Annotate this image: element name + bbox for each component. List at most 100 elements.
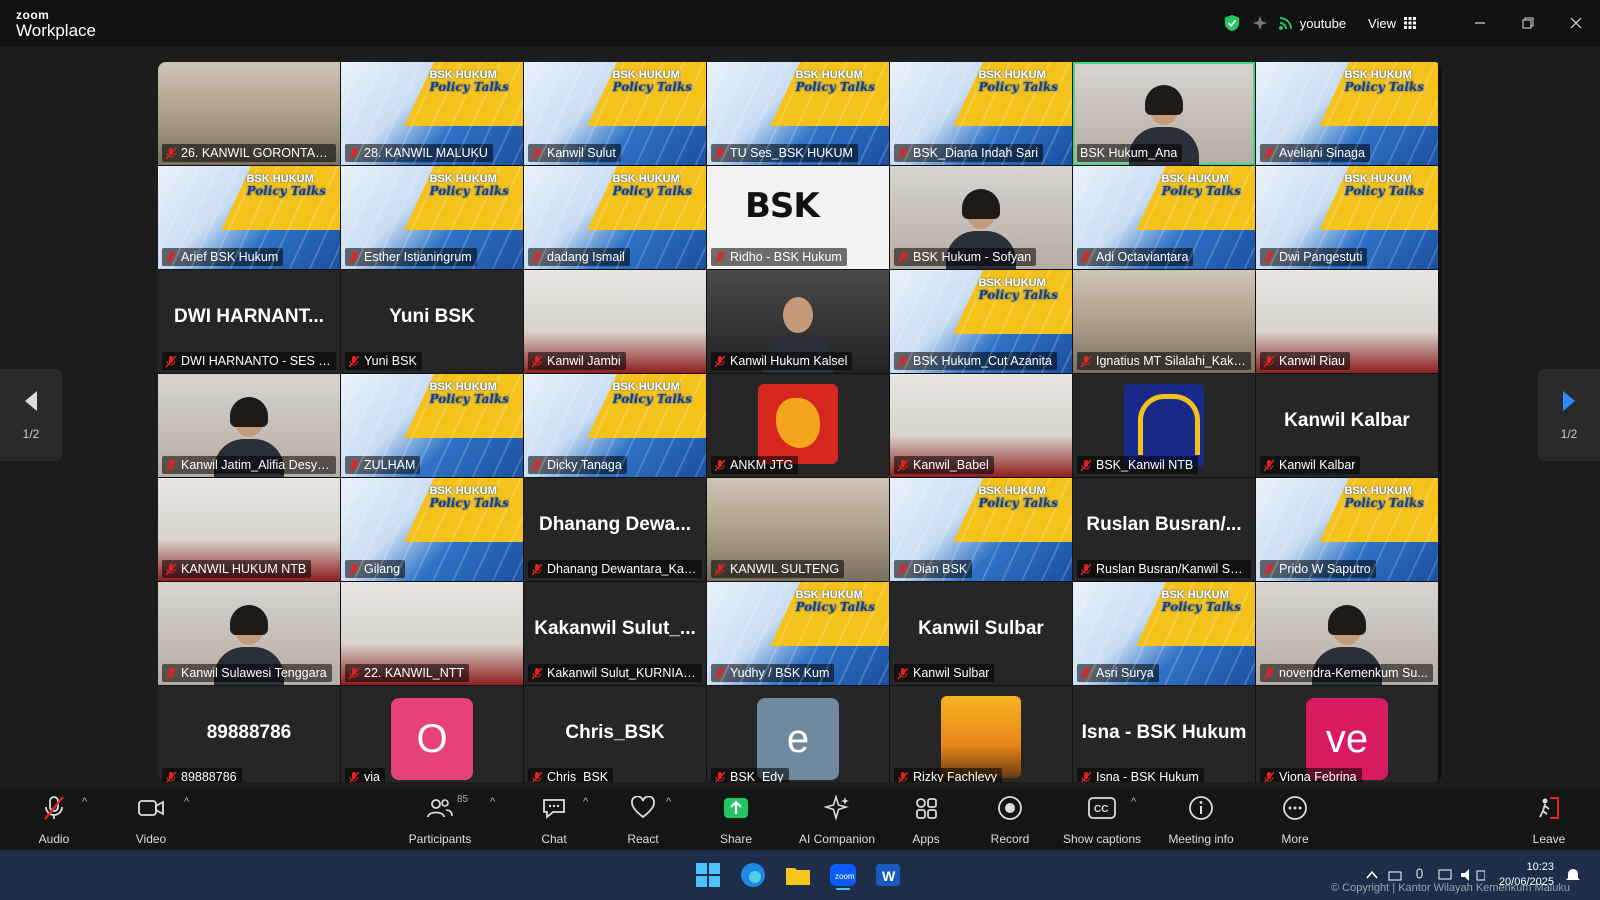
participant-tile[interactable]: BSK HUKUM Policy Talks Asri Surya: [1073, 582, 1255, 685]
chat-button[interactable]: Chat: [535, 794, 573, 846]
participant-tile[interactable]: Ruslan Busran/... Ruslan Busran/Kanwil Su…: [1073, 478, 1255, 581]
leave-button[interactable]: Leave: [1529, 794, 1569, 846]
mic-muted-icon: [897, 667, 909, 679]
close-button[interactable]: [1552, 0, 1600, 46]
participant-tile[interactable]: BSK HUKUM Policy Talks TU Ses_BSK HUKUM: [707, 62, 889, 165]
file-explorer-icon[interactable]: [783, 860, 813, 890]
participants-options-chevron-icon[interactable]: ^: [490, 796, 495, 808]
participant-tile[interactable]: BSK HUKUM Policy Talks Kanwil Sulut: [524, 62, 706, 165]
participant-tile[interactable]: Kanwil Jatim_Alifia Desy ...: [158, 374, 340, 477]
record-button[interactable]: Record: [987, 794, 1033, 846]
participant-tile[interactable]: Kanwil Sulbar Kanwil Sulbar: [890, 582, 1072, 685]
windows-start-icon[interactable]: [693, 860, 723, 890]
live-stream-indicator[interactable]: youtube: [1278, 16, 1346, 31]
participant-tile[interactable]: Kakanwil Sulut_... Kakanwil Sulut_KURNIAM…: [524, 582, 706, 685]
participant-tile[interactable]: Kanwil Hukum Kalsel: [707, 270, 889, 373]
previous-page-button[interactable]: 1/2: [0, 369, 62, 461]
participant-tile[interactable]: BSK HUKUM Policy Talks Dian BSK: [890, 478, 1072, 581]
video-options-chevron-icon[interactable]: ^: [184, 796, 189, 808]
participant-tile[interactable]: Ignatius MT Silalahi_Kaka...: [1073, 270, 1255, 373]
participant-tile[interactable]: BSK HUKUM Policy Talks Dicky Tanaga: [524, 374, 706, 477]
zoom-app-icon[interactable]: zoom: [828, 860, 858, 890]
participant-tile[interactable]: BSK Ridho - BSK Hukum: [707, 166, 889, 269]
edge-browser-icon[interactable]: [738, 860, 768, 890]
restore-button[interactable]: [1504, 0, 1552, 46]
participant-tile[interactable]: BSK Hukum_Ana: [1073, 62, 1255, 165]
captions-options-chevron-icon[interactable]: ^: [1131, 796, 1136, 808]
participant-tile[interactable]: BSK HUKUM Policy Talks BSK_Diana Indah Sar…: [890, 62, 1072, 165]
word-app-icon[interactable]: W: [873, 860, 903, 890]
participant-name: Dian BSK: [913, 562, 968, 576]
participant-name-label: BSK Hukum_Ana: [1077, 144, 1183, 162]
next-page-button[interactable]: 1/2: [1538, 369, 1600, 461]
participant-name-label: BSK_Kanwil NTB: [1077, 456, 1199, 474]
mic-muted-icon: [531, 147, 543, 159]
participant-tile[interactable]: Ovia: [341, 686, 523, 782]
participant-name: BSK Hukum_Ana: [1080, 146, 1178, 160]
participant-tile[interactable]: BSK HUKUM Policy Talks Adi Octaviantara: [1073, 166, 1255, 269]
ai-sparkle-icon[interactable]: [1251, 14, 1269, 32]
participant-tile[interactable]: 89888786 89888786: [158, 686, 340, 782]
participant-tile[interactable]: Kanwil Kalbar Kanwil Kalbar: [1256, 374, 1438, 477]
participant-tile[interactable]: BSK HUKUM Policy Talks Esther Istianingrum: [341, 166, 523, 269]
participant-tile[interactable]: Kanwil Jambi: [524, 270, 706, 373]
participant-name: Dicky Tanaga: [547, 458, 622, 472]
audio-button[interactable]: Audio: [36, 794, 72, 846]
apps-button[interactable]: Apps: [908, 794, 944, 846]
chat-options-chevron-icon[interactable]: ^: [583, 796, 588, 808]
ai-companion-button[interactable]: AI Companion: [792, 794, 882, 846]
slide-title: BSK HUKUM Policy Talks: [796, 590, 875, 614]
mic-muted-icon: [714, 355, 726, 367]
participant-tile[interactable]: BSK HUKUM Policy Talks ZULHAM: [341, 374, 523, 477]
participant-tile[interactable]: Chris_BSK Chris_BSK: [524, 686, 706, 782]
participant-tile[interactable]: BSK Hukum - Sofyan: [890, 166, 1072, 269]
audio-options-chevron-icon[interactable]: ^: [82, 796, 87, 808]
participant-tile[interactable]: Kanwil_Babel: [890, 374, 1072, 477]
participant-tile[interactable]: BSK HUKUM Policy Talks Aveliani Sinaga: [1256, 62, 1438, 165]
participant-tile[interactable]: ve Viona Febrina: [1256, 686, 1438, 782]
participant-tile[interactable]: Kanwil Riau: [1256, 270, 1438, 373]
meeting-info-button[interactable]: Meeting info: [1161, 794, 1241, 846]
participant-tile[interactable]: Isna - BSK Hukum Isna - BSK Hukum: [1073, 686, 1255, 782]
video-button[interactable]: Video: [133, 794, 169, 846]
participant-tile[interactable]: novendra-Kemenkum Su...: [1256, 582, 1438, 685]
participant-tile[interactable]: ANKM JTG: [707, 374, 889, 477]
participant-tile[interactable]: BSK HUKUM Policy Talks Prido W Saputro: [1256, 478, 1438, 581]
participant-tile[interactable]: BSK HUKUM Policy Talks 28. KANWIL MALUKU: [341, 62, 523, 165]
participant-tile[interactable]: BSK HUKUM Policy Talks dadang Ismail: [524, 166, 706, 269]
participant-tile[interactable]: BSK HUKUM Policy Talks Arief BSK Hukum: [158, 166, 340, 269]
react-options-chevron-icon[interactable]: ^: [666, 796, 671, 808]
participant-name-label: Isna - BSK Hukum: [1077, 768, 1204, 782]
more-button[interactable]: More: [1275, 794, 1315, 846]
encryption-shield-icon[interactable]: [1223, 14, 1241, 32]
meeting-toolbar: Audio ^ Video ^ Participants 85 ^ Chat ^…: [0, 788, 1600, 850]
tray-icons[interactable]: [1365, 867, 1485, 883]
view-button[interactable]: View: [1368, 16, 1416, 31]
participant-tile[interactable]: DWI HARNANT... DWI HARNANTO - SES B...: [158, 270, 340, 373]
participant-tile[interactable]: BSK HUKUM Policy Talks Dwi Pangestuti: [1256, 166, 1438, 269]
participant-tile[interactable]: e BSK_Edy: [707, 686, 889, 782]
participant-name: BSK_Kanwil NTB: [1096, 458, 1194, 472]
participant-tile[interactable]: BSK HUKUM Policy Talks Yudhy / BSK Kum: [707, 582, 889, 685]
participant-tile[interactable]: KANWIL HUKUM NTB: [158, 478, 340, 581]
share-button[interactable]: Share: [716, 794, 756, 846]
record-icon: [998, 796, 1022, 820]
slide-title-line2: Policy Talks: [978, 496, 1058, 510]
participant-tile[interactable]: Dhanang Dewa... Dhanang Dewantara_Kan...: [524, 478, 706, 581]
mic-muted-icon: [165, 251, 177, 263]
participant-name-label: Kanwil Sulut: [528, 144, 621, 162]
participant-tile[interactable]: 22. KANWIL_NTT: [341, 582, 523, 685]
participant-tile[interactable]: BSK_Kanwil NTB: [1073, 374, 1255, 477]
participant-tile[interactable]: Yuni BSK Yuni BSK: [341, 270, 523, 373]
participant-name: Kanwil Sulawesi Tenggara: [181, 666, 327, 680]
minimize-button[interactable]: [1456, 0, 1504, 46]
react-button[interactable]: React: [623, 794, 663, 846]
slide-title: BSK HUKUM Policy Talks: [430, 174, 509, 198]
participant-tile[interactable]: KANWIL SULTENG: [707, 478, 889, 581]
participant-tile[interactable]: BSK HUKUM Policy Talks BSK Hukum_Cut Azani…: [890, 270, 1072, 373]
participant-tile[interactable]: BSK HUKUM Policy Talks Gilang: [341, 478, 523, 581]
participant-name-label: Kanwil Hukum Kalsel: [711, 352, 853, 370]
participant-tile[interactable]: 26. KANWIL GORONTALO: [158, 62, 340, 165]
participant-tile[interactable]: Rizky Fachlevy: [890, 686, 1072, 782]
participant-tile[interactable]: Kanwil Sulawesi Tenggara: [158, 582, 340, 685]
